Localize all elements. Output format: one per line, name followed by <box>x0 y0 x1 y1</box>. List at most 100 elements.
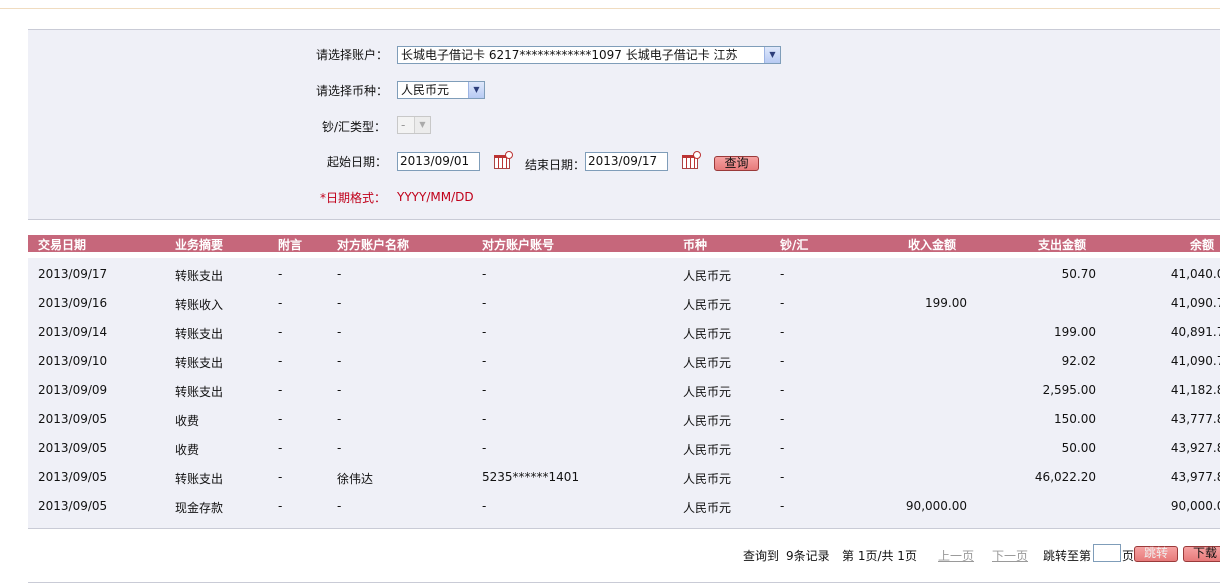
table-row: 2013/09/17 转账支出 - - - 人民币元 - 50.70 41,040.08 <box>28 258 1220 287</box>
cell-cash-type: - <box>780 354 785 368</box>
top-divider <box>0 8 1220 9</box>
jump-button[interactable]: 跳转 <box>1134 546 1178 562</box>
jump-label: 跳转至第 <box>1043 549 1092 563</box>
calendar-icon[interactable] <box>682 151 701 169</box>
currency-select[interactable]: 人民币元 ▼ <box>397 81 485 99</box>
query-button[interactable]: 查询 <box>714 156 759 171</box>
records-found-prefix: 查询到 <box>743 549 780 563</box>
cell-date: 2013/09/05 <box>38 470 108 484</box>
end-date-input[interactable]: 2013/09/17 <box>585 152 668 171</box>
date-format-value: YYYY/MM/DD <box>397 190 474 204</box>
cell-counterparty-name: - <box>337 499 342 513</box>
cell-income: 90,000.00 <box>905 499 967 513</box>
cell-date: 2013/09/14 <box>38 325 108 339</box>
header-balance: 余额 <box>1190 238 1215 252</box>
cell-currency: 人民币元 <box>683 501 732 515</box>
cell-currency: 人民币元 <box>683 472 732 486</box>
cell-balance: 41,040.08 <box>1170 267 1220 281</box>
header-income: 收入金额 <box>908 238 957 252</box>
cell-cash-type: - <box>780 441 785 455</box>
cell-cash-type: - <box>780 296 785 310</box>
cell-note: - <box>278 354 283 368</box>
table-row: 2013/09/05 收费 - - - 人民币元 - 150.00 43,777.80 <box>28 403 1220 432</box>
header-note: 附言 <box>278 238 303 252</box>
cell-note: - <box>278 412 283 426</box>
account-select-value: 长城电子借记卡 6217************1097 长城电子借记卡 江苏 <box>401 48 738 62</box>
end-date-label: 结束日期： <box>525 158 586 172</box>
cell-note: - <box>278 499 283 513</box>
cell-date: 2013/09/05 <box>38 441 108 455</box>
download-button[interactable]: 下载 <box>1183 546 1220 562</box>
cell-expense: 46,022.20 <box>1034 470 1096 484</box>
jump-page-input[interactable] <box>1093 544 1121 562</box>
table-row: 2013/09/05 现金存款 - - - 人民币元 - 90,000.00 90,000.00 <box>28 490 1220 519</box>
cash-type-label: 钞/汇类型： <box>322 120 387 134</box>
cell-summary: 收费 <box>175 414 200 428</box>
cell-note: - <box>278 441 283 455</box>
table-row: 2013/09/10 转账支出 - - - 人民币元 - 92.02 41,090.78 <box>28 345 1220 374</box>
cash-type-select[interactable]: - ▼ <box>397 116 431 134</box>
cell-cash-type: - <box>780 267 785 281</box>
calendar-icon[interactable] <box>494 151 513 169</box>
transaction-table-body: 2013/09/17转账支出---人民币元-50.7041,040.082013… <box>28 258 1220 529</box>
cell-balance: 43,777.80 <box>1170 412 1220 426</box>
cell-balance: 40,891.78 <box>1170 325 1220 339</box>
cell-currency: 人民币元 <box>683 269 732 283</box>
cell-date: 2013/09/05 <box>38 412 108 426</box>
header-counterparty-account: 对方账户账号 <box>482 238 555 252</box>
prev-page-link[interactable]: 上一页 <box>938 547 974 564</box>
cell-counterparty-name: - <box>337 325 342 339</box>
next-page-link[interactable]: 下一页 <box>992 547 1028 564</box>
cell-income: 199.00 <box>925 296 967 310</box>
cell-counterparty-account: - <box>482 499 487 513</box>
cell-date: 2013/09/16 <box>38 296 108 310</box>
cell-currency: 人民币元 <box>683 298 732 312</box>
cell-note: - <box>278 296 283 310</box>
cell-expense: 2,595.00 <box>1042 383 1096 397</box>
header-date: 交易日期 <box>38 238 87 252</box>
cell-cash-type: - <box>780 325 785 339</box>
cell-note: - <box>278 470 283 484</box>
cell-summary: 转账支出 <box>175 385 224 399</box>
cell-counterparty-account: - <box>482 383 487 397</box>
cell-balance: 90,000.00 <box>1170 499 1220 513</box>
start-date-label: 起始日期： <box>327 155 388 169</box>
cell-summary: 转账支出 <box>175 327 224 341</box>
table-row: 2013/09/05 转账支出 - 徐伟达 5235******1401 人民币元 - 46,… <box>28 461 1220 490</box>
cell-expense: 92.02 <box>1061 354 1096 368</box>
chevron-down-icon[interactable]: ▼ <box>414 117 430 133</box>
cell-summary: 收费 <box>175 443 200 457</box>
cell-currency: 人民币元 <box>683 385 732 399</box>
cell-counterparty-account: - <box>482 296 487 310</box>
header-counterparty-name: 对方账户名称 <box>337 238 410 252</box>
cell-counterparty-name: - <box>337 267 342 281</box>
cell-counterparty-account: - <box>482 325 487 339</box>
header-cash-type: 钞/汇 <box>780 238 809 252</box>
start-date-input[interactable]: 2013/09/01 <box>397 152 480 171</box>
cell-balance: 41,090.78 <box>1170 296 1220 310</box>
cell-date: 2013/09/17 <box>38 267 108 281</box>
cell-currency: 人民币元 <box>683 327 732 341</box>
table-row: 2013/09/16 转账收入 - - - 人民币元 - 199.00 41,090.78 <box>28 287 1220 316</box>
header-summary: 业务摘要 <box>175 238 224 252</box>
cell-balance: 43,927.80 <box>1170 441 1220 455</box>
cell-counterparty-account: 5235******1401 <box>482 470 580 484</box>
chevron-down-icon[interactable]: ▼ <box>764 47 780 63</box>
header-expense: 支出金额 <box>1038 238 1087 252</box>
chevron-down-icon[interactable]: ▼ <box>468 82 484 98</box>
cell-counterparty-name: - <box>337 354 342 368</box>
page-info: 第 1页/共 1页 <box>842 549 917 563</box>
currency-label: 请选择币种： <box>316 84 389 98</box>
cell-cash-type: - <box>780 499 785 513</box>
account-select[interactable]: 长城电子借记卡 6217************1097 长城电子借记卡 江苏 … <box>397 46 781 64</box>
cell-summary: 转账支出 <box>175 356 224 370</box>
cell-currency: 人民币元 <box>683 414 732 428</box>
cell-summary: 转账支出 <box>175 269 224 283</box>
cell-expense: 150.00 <box>1054 412 1096 426</box>
table-row: 2013/09/14 转账支出 - - - 人民币元 - 199.00 40,891.78 <box>28 316 1220 345</box>
cell-summary: 转账支出 <box>175 472 224 486</box>
cell-counterparty-name: - <box>337 383 342 397</box>
page-unit: 页 <box>1122 549 1135 563</box>
cell-counterparty-account: - <box>482 412 487 426</box>
cell-expense: 50.00 <box>1061 441 1096 455</box>
